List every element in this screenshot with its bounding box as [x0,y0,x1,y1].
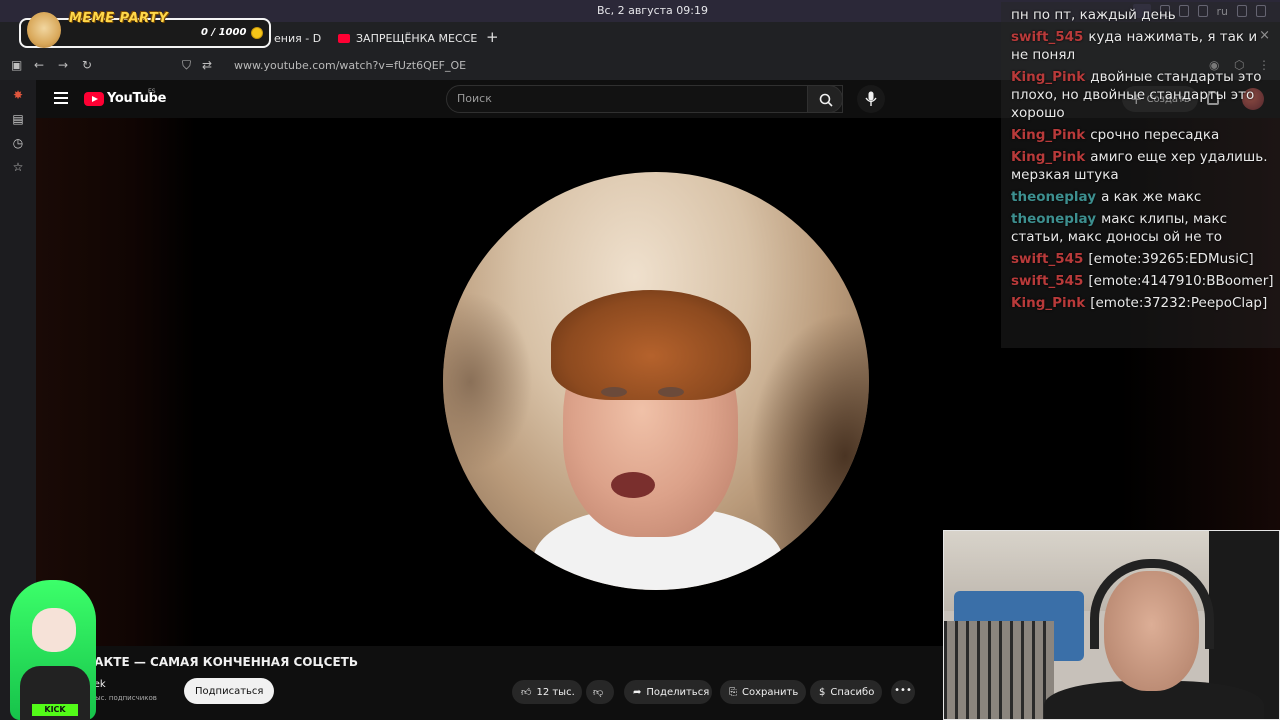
share-icon: ➦ [633,686,642,698]
bookmark-icon: ⎘ [729,686,737,698]
chat-message: King_Pink амиго еще хер удалишь. мерзкая … [1011,148,1270,184]
vtuber-face [32,608,76,652]
tab-label: ения - D [274,31,322,45]
subscribe-label: Подписаться [195,685,264,697]
subscriber-count: тыс. подписчиков [91,694,157,702]
chat-text: [emote:37232:PeepoClap] [1090,295,1268,311]
app-icon[interactable]: ✸ [11,88,25,102]
vtuber-avatar: KICK [6,576,100,720]
doge-icon [27,12,61,48]
webcam-gate [944,621,1054,719]
back-icon[interactable]: ← [34,58,44,72]
chat-message: пн по пт, каждый день [1011,6,1270,24]
kick-badge: KICK [32,704,78,716]
meme-counter: 0 / 1000 [201,27,247,38]
video-title: ТАКТЕ — САМАЯ КОНЧЕННАЯ СОЦСЕТЬ [86,655,358,669]
os-clock: Вс, 2 августа 09:19 [597,4,708,17]
chat-username: King_Pink [1011,69,1086,85]
youtube-wordmark: YouTube [107,91,167,106]
chat-message: theoneplay а как же макс [1011,188,1270,206]
person-eye [601,387,627,397]
save-label: Сохранить [742,686,799,698]
chat-text: а как же макс [1101,189,1202,205]
wall-corner [749,312,869,552]
video-background-left [36,118,196,646]
coin-icon [251,27,263,39]
history-icon[interactable]: ◷ [11,136,25,150]
youtube-play-icon [84,91,104,106]
thanks-icon: $ [819,686,826,698]
like-count: 12 тыс. [536,686,575,698]
chat-message: swift_545 [emote:39265:EDMusiC] [1011,250,1270,268]
chat-username: swift_545 [1011,251,1084,267]
thumbs-down-icon: 👎︎ [593,687,604,698]
video-circle-frame [443,172,869,590]
sidebar-toggle-icon[interactable]: ▣ [11,58,22,72]
more-actions-button[interactable]: ••• [891,680,915,704]
chat-text: пн по пт, каждый день [1011,7,1176,23]
thanks-button[interactable]: $ Спасибо [810,680,882,704]
notes-icon[interactable]: ▤ [11,112,25,126]
chat-message: King_Pink [emote:37232:PeepoClap] [1011,294,1270,312]
chat-message: King_Pink срочно пересадка [1011,126,1270,144]
tab-label: ЗАПРЕЩЁНКА МЕССЕН [356,31,478,45]
chat-text: срочно пересадка [1090,127,1220,143]
chat-username: swift_545 [1011,29,1084,45]
meme-party-title: MEME PARTY [69,11,169,26]
reload-icon[interactable]: ↻ [82,58,92,72]
microphone-icon [865,91,877,106]
chat-message: swift_545 [emote:4147910:BBoomer] [1011,272,1274,290]
chat-text: [emote:4147910:BBoomer] [1088,273,1274,289]
dislike-button[interactable]: 👎︎ [586,680,614,704]
person-hair [551,290,751,400]
new-tab-button[interactable]: + [486,28,499,46]
search-icon [819,93,833,107]
chat-message: theoneplay макс клипы, макс статьи, макс … [1011,210,1270,246]
chat-username: swift_545 [1011,273,1084,289]
like-button[interactable]: 👍︎ 12 тыс. [512,680,582,704]
chat-username: King_Pink [1011,127,1086,143]
thumbs-up-icon: 👍︎ [521,687,532,698]
site-security-icon[interactable]: ⛉ [182,58,191,73]
chat-username: King_Pink [1011,149,1086,165]
browser-tab[interactable]: ения - D × [268,26,328,50]
chat-username: theoneplay [1011,189,1097,205]
chat-message: King_Pink двойные стандарты это плохо, но… [1011,68,1270,122]
thanks-label: Спасибо [830,686,875,698]
subscribe-button[interactable]: Подписаться [184,678,275,704]
address-bar[interactable]: www.youtube.com/watch?v=fUzt6QEF_OE [234,59,466,72]
bookmarks-icon[interactable]: ☆ [11,160,25,174]
person-mouth [611,472,655,498]
voice-search-button[interactable] [857,85,885,113]
chat-username: theoneplay [1011,211,1097,227]
tracking-protection-icon[interactable]: ⇄ [202,58,212,72]
person-eye [658,387,684,397]
forward-icon[interactable]: → [58,58,68,72]
share-label: Поделиться [646,686,710,698]
search-input[interactable] [457,92,777,105]
stream-chat-overlay: пн по пт, каждый день swift_545 куда нажи… [1001,2,1280,348]
search-box [446,85,843,113]
youtube-favicon-icon [338,33,350,43]
tab-close-icon[interactable]: × [327,32,328,45]
streamer-webcam [943,530,1280,720]
meme-party-widget: MEME PARTY 0 / 1000 [19,11,271,48]
share-button[interactable]: ➦ Поделиться [624,680,712,704]
chat-username: King_Pink [1011,295,1086,311]
save-button[interactable]: ⎘ Сохранить [720,680,806,704]
chat-text: [emote:39265:EDMusiC] [1088,251,1254,267]
search-button[interactable] [807,85,843,113]
menu-icon[interactable] [54,92,68,104]
browser-tab[interactable]: ЗАПРЕЩЁНКА МЕССЕН × [332,26,478,50]
screen: Вс, 2 августа 09:19 ru ения - D × ЗАПРЕЩ… [0,0,1280,720]
region-code: ES [148,88,156,95]
chat-message: swift_545 куда нажимать, я так и не понял [1011,28,1270,64]
wall-shadow [443,292,533,472]
